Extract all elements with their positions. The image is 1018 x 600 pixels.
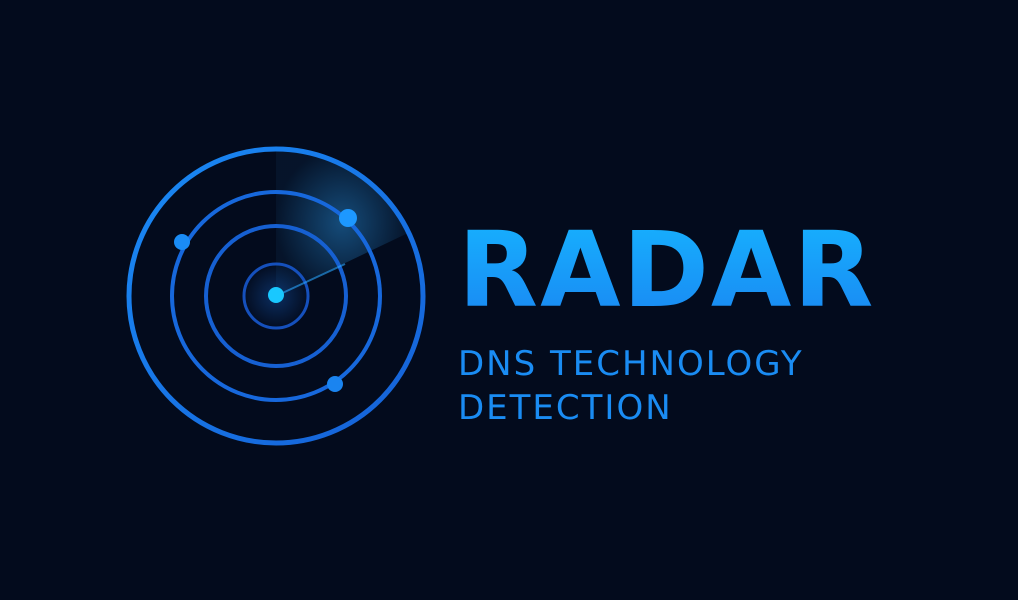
brand-subtitle-line2: DETECTION — [458, 388, 673, 428]
brand-wordmark: RADAR DNS TECHNOLOGY DETECTION — [458, 212, 978, 430]
radar-logo-icon — [118, 138, 434, 454]
radar-scope-icon — [126, 146, 426, 446]
brand-subtitle-line1: DNS TECHNOLOGY — [458, 344, 804, 384]
radar-blip-icon — [174, 234, 190, 250]
radar-blip-icon — [339, 209, 357, 227]
radar-blip-icon — [327, 376, 343, 392]
brand-subtitle: DNS TECHNOLOGY DETECTION — [458, 342, 978, 430]
radar-center-dot — [268, 287, 284, 303]
brand-title: RADAR — [458, 212, 978, 328]
